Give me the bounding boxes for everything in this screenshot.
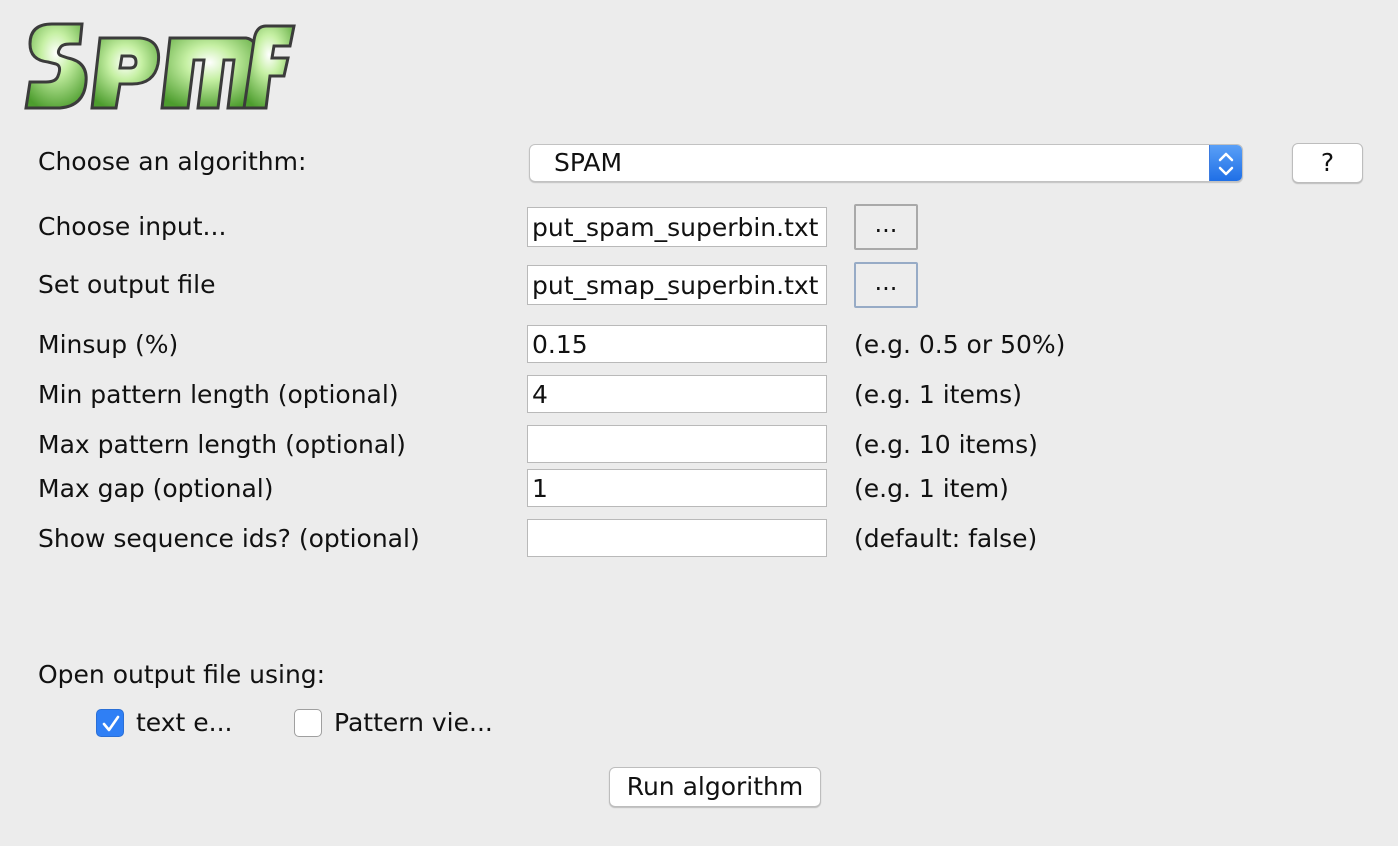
input-file-field[interactable]	[527, 207, 827, 247]
param-label-show-sequence-ids: Show sequence ids? (optional)	[38, 524, 420, 553]
output-file-field[interactable]	[527, 265, 827, 305]
up-down-chevron-icon	[1209, 145, 1242, 181]
run-algorithm-button[interactable]: Run algorithm	[609, 767, 821, 807]
param-hint-show-sequence-ids: (default: false)	[854, 524, 1038, 553]
algorithm-help-button[interactable]: ?	[1292, 143, 1363, 183]
param-field-max-pattern-length[interactable]	[527, 425, 827, 463]
spmf-logo-image	[24, 22, 296, 110]
param-hint-max-pattern-length: (e.g. 10 items)	[854, 430, 1038, 459]
pattern-viewer-checkbox[interactable]	[294, 709, 322, 737]
algorithm-select[interactable]: SPAM	[529, 144, 1243, 182]
text-editor-option-label: text e...	[136, 708, 233, 737]
param-field-max-gap[interactable]	[527, 469, 827, 507]
param-field-show-sequence-ids[interactable]	[527, 519, 827, 557]
param-hint-minsup: (e.g. 0.5 or 50%)	[854, 330, 1066, 359]
text-editor-checkbox[interactable]	[96, 709, 124, 737]
param-field-min-pattern-length[interactable]	[527, 375, 827, 413]
open-output-label: Open output file using:	[38, 660, 326, 689]
input-file-label: Choose input...	[38, 212, 227, 241]
algorithm-label: Choose an algorithm:	[38, 147, 307, 176]
checkmark-icon	[102, 715, 120, 732]
algorithm-select-value: SPAM	[554, 148, 623, 177]
spmf-logo	[22, 18, 297, 112]
param-hint-max-gap: (e.g. 1 item)	[854, 474, 1009, 503]
output-file-label: Set output file	[38, 270, 216, 299]
param-label-max-gap: Max gap (optional)	[38, 474, 274, 503]
param-label-min-pattern-length: Min pattern length (optional)	[38, 380, 399, 409]
browse-input-button[interactable]: ...	[854, 204, 918, 250]
pattern-viewer-option-label: Pattern vie...	[334, 708, 493, 737]
param-label-max-pattern-length: Max pattern length (optional)	[38, 430, 406, 459]
param-label-minsup: Minsup (%)	[38, 330, 179, 359]
param-hint-min-pattern-length: (e.g. 1 items)	[854, 380, 1022, 409]
browse-output-button[interactable]: ...	[854, 262, 918, 308]
param-field-minsup[interactable]	[527, 325, 827, 363]
